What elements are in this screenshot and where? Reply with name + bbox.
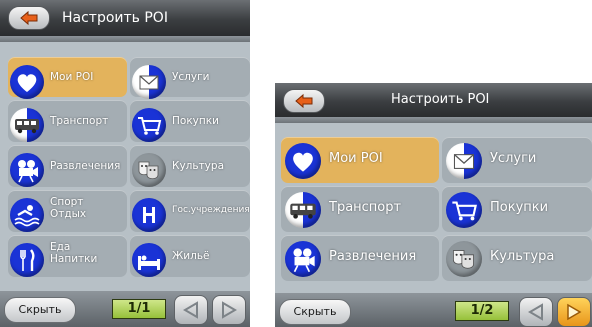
poi-item-lodging[interactable]: Жильё <box>130 235 250 277</box>
theater-masks-icon <box>446 241 482 277</box>
bus-icon <box>285 192 321 228</box>
poi-item-label: Спорт Отдых <box>50 196 87 220</box>
poi-item-government[interactable]: Гос.учреждения <box>130 190 250 232</box>
poi-item-label: Услуги <box>172 71 210 83</box>
hide-button[interactable]: Скрыть <box>279 299 351 325</box>
poi-item-transport[interactable]: Транспорт <box>281 186 439 232</box>
shopping-cart-icon <box>132 108 166 142</box>
poi-item-label: Покупки <box>490 200 549 215</box>
poi-item-label: Жильё <box>172 250 210 262</box>
back-arrow-icon <box>295 93 313 109</box>
poi-item-sport-leisure[interactable]: Спорт Отдых <box>8 190 127 232</box>
next-page-button[interactable] <box>212 295 246 325</box>
next-arrow-icon <box>222 301 237 319</box>
prev-page-button[interactable] <box>174 295 208 325</box>
shopping-cart-icon <box>446 192 482 228</box>
poi-item-label: Развлечения <box>329 249 417 264</box>
title-divider <box>0 36 250 42</box>
poi-item-shopping[interactable]: Покупки <box>130 100 250 142</box>
next-page-button[interactable] <box>557 297 591 327</box>
theater-masks-icon <box>132 153 166 187</box>
poi-item-label: Услуги <box>490 151 537 166</box>
poi-item-food-drinks[interactable]: Еда Напитки <box>8 235 127 277</box>
title-bar: Настроить POI <box>275 83 592 117</box>
bus-icon <box>10 108 44 142</box>
poi-item-label: Мои POI <box>329 151 383 166</box>
bottom-bar: Скрыть 1/1 <box>0 291 250 327</box>
poi-item-label: Развлечения <box>50 160 121 172</box>
poi-item-label: Покупки <box>172 115 219 127</box>
film-camera-icon <box>285 241 321 277</box>
poi-item-culture[interactable]: Культура <box>130 145 250 187</box>
prev-page-button[interactable] <box>519 297 553 327</box>
next-arrow-icon <box>567 303 582 321</box>
bottom-bar: Скрыть 1/2 <box>275 293 592 327</box>
page-title: Настроить POI <box>391 92 490 107</box>
poi-item-entertainment[interactable]: Развлечения <box>8 145 127 187</box>
poi-item-transport[interactable]: Транспорт <box>8 100 127 142</box>
mail-icon <box>446 143 482 179</box>
poi-item-label: Транспорт <box>50 115 109 127</box>
poi-item-services[interactable]: Услуги <box>130 57 250 99</box>
heart-icon <box>285 143 321 179</box>
film-camera-icon <box>10 153 44 187</box>
page-title: Настроить POI <box>62 10 168 26</box>
fork-knife-icon <box>10 243 44 277</box>
hide-button[interactable]: Скрыть <box>4 297 76 323</box>
prev-arrow-icon <box>183 301 198 319</box>
poi-item-entertainment[interactable]: Развлечения <box>281 235 439 281</box>
poi-settings-screen-1: Настроить POI Мои POI Услуги Транспорт П… <box>0 0 250 327</box>
poi-item-my-poi[interactable]: Мои POI <box>8 57 127 99</box>
poi-item-shopping[interactable]: Покупки <box>442 186 592 232</box>
poi-item-services[interactable]: Услуги <box>442 137 592 183</box>
poi-settings-screen-2: Настроить POI Мои POI Услуги Транспорт П… <box>275 83 592 327</box>
title-divider <box>275 117 592 123</box>
poi-item-label: Культура <box>490 249 555 264</box>
poi-item-culture[interactable]: Культура <box>442 235 592 281</box>
poi-item-label: Культура <box>172 160 224 172</box>
back-arrow-icon <box>20 10 38 26</box>
bed-icon <box>132 243 166 277</box>
back-button[interactable] <box>8 6 50 30</box>
page-indicator: 1/2 <box>455 301 509 321</box>
page-indicator: 1/1 <box>112 299 166 319</box>
poi-item-label: Транспорт <box>329 200 402 215</box>
back-button[interactable] <box>283 89 325 113</box>
prev-arrow-icon <box>528 303 543 321</box>
poi-item-label: Мои POI <box>50 71 94 83</box>
heart-icon <box>10 65 44 99</box>
swimmer-icon <box>10 198 44 232</box>
poi-item-my-poi[interactable]: Мои POI <box>281 137 439 183</box>
mail-icon <box>132 65 166 99</box>
hospital-h-icon <box>132 198 166 232</box>
poi-item-label: Еда Напитки <box>50 241 98 265</box>
title-bar: Настроить POI <box>0 0 250 36</box>
poi-item-label: Гос.учреждения <box>172 205 250 215</box>
